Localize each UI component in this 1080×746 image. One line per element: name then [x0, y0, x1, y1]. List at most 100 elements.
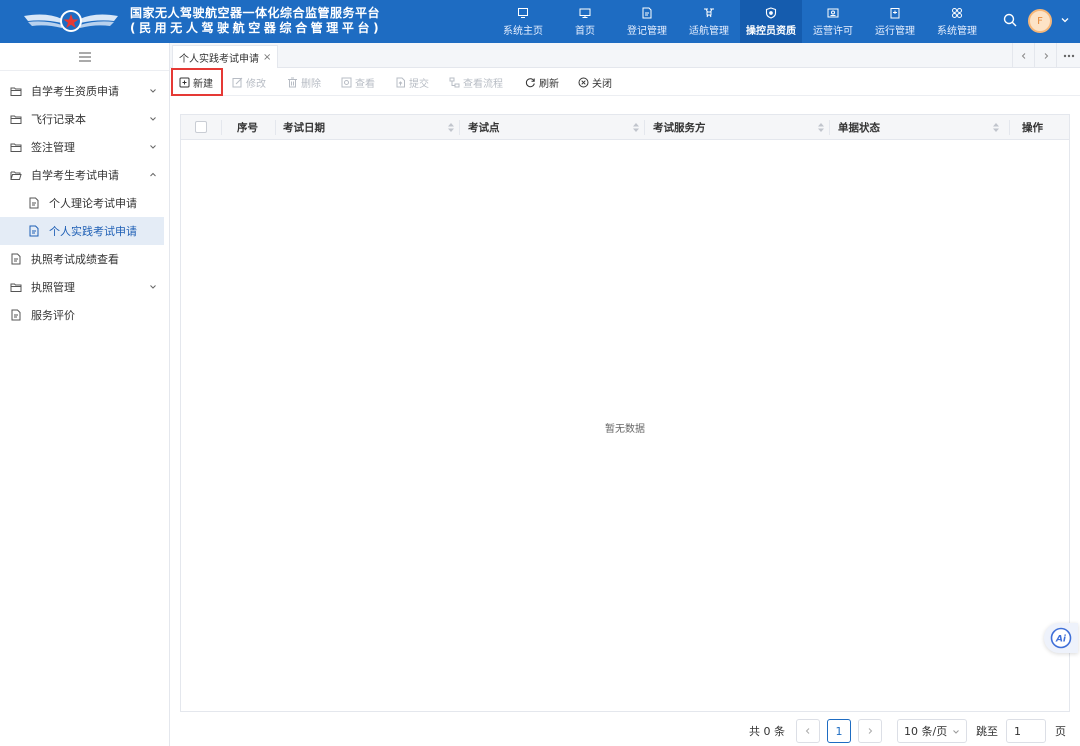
page-size-value: 10 条/页 — [904, 725, 948, 738]
monitor-icon — [579, 8, 591, 18]
pagination-total: 共 0 条 — [749, 725, 785, 738]
sidebar-item-label: 服务评价 — [31, 309, 75, 322]
column-header-status[interactable]: 单据状态 — [838, 115, 1011, 140]
sort-icon[interactable] — [633, 123, 639, 132]
column-header-actions: 操作 — [1022, 115, 1062, 140]
column-label: 考试日期 — [283, 122, 325, 134]
operation-icon — [890, 7, 900, 18]
submit-button[interactable]: 提交 — [395, 73, 429, 91]
refresh-button[interactable]: 刷新 — [525, 73, 559, 91]
tab-more[interactable] — [1056, 43, 1080, 68]
goto-label: 跳至 — [976, 725, 998, 738]
chevron-left-icon — [1021, 52, 1025, 59]
chevron-right-icon — [1044, 52, 1048, 59]
nav-airworthiness[interactable]: 适航管理 — [678, 0, 740, 43]
column-label: 序号 — [237, 122, 258, 134]
document-icon — [11, 309, 21, 321]
delete-button[interactable]: 删除 — [287, 73, 321, 91]
nav-registration[interactable]: 登记管理 — [616, 0, 678, 43]
system-home-icon — [518, 7, 528, 18]
ai-assistant-button[interactable]: Ai — [1044, 623, 1078, 653]
ai-icon: Ai — [1050, 627, 1072, 649]
tab-scroll-right[interactable] — [1034, 43, 1056, 68]
view-flow-button[interactable]: 查看流程 — [449, 73, 503, 91]
nav-system-management[interactable]: 系统管理 — [926, 0, 988, 43]
chevron-left-icon — [805, 728, 810, 734]
next-page-button[interactable] — [858, 719, 882, 743]
chevron-down-icon[interactable] — [1060, 15, 1070, 25]
sidebar-item-license-exam-score[interactable]: 执照考试成绩查看 — [0, 245, 169, 273]
drone-icon — [704, 8, 714, 17]
column-label: 单据状态 — [838, 122, 880, 134]
sidebar-item-self-study-exam[interactable]: 自学考生考试申请 — [0, 161, 169, 189]
page-size-select[interactable]: 10 条/页 — [897, 719, 967, 743]
refresh-button-label: 刷新 — [539, 78, 559, 90]
more-icon — [1063, 54, 1074, 57]
close-icon[interactable]: × — [263, 52, 271, 63]
tab-label: 个人实践考试申请 — [179, 53, 259, 65]
nav-label: 系统主页 — [503, 25, 543, 37]
nav-pilot-qualification[interactable]: 操控员资质 — [740, 0, 802, 43]
edit-button[interactable]: 修改 — [232, 73, 266, 91]
top-header: 国家无人驾驶航空器一体化综合监管服务平台 (民用无人驾驶航空器综合管理平台) 系… — [0, 0, 1080, 43]
empty-state-text: 暂无数据 — [605, 424, 645, 435]
caac-logo-icon — [24, 10, 118, 32]
nav-label: 运营许可 — [813, 25, 853, 37]
nav-operation-management[interactable]: 运行管理 — [864, 0, 926, 43]
column-header-exam-date[interactable]: 考试日期 — [283, 115, 466, 140]
sidebar-item-license-management[interactable]: 执照管理 — [0, 273, 169, 301]
ai-badge-text: Ai — [1055, 635, 1067, 645]
nav-home[interactable]: 首页 — [554, 0, 616, 43]
nav-system-home[interactable]: 系统主页 — [492, 0, 554, 43]
submit-button-label: 提交 — [409, 78, 429, 90]
close-button[interactable]: 关闭 — [578, 73, 612, 91]
nav-label: 登记管理 — [627, 25, 667, 37]
sidebar-menu: 自学考生资质申请 飞行记录本 签注管理 自学考生考试申请 个人理论考试申请 个人… — [0, 71, 169, 329]
tab-scroll-left[interactable] — [1012, 43, 1034, 68]
search-icon[interactable] — [1003, 13, 1017, 27]
settings-icon — [952, 7, 962, 18]
nav-label: 首页 — [575, 25, 595, 37]
page-number-current[interactable]: 1 — [827, 719, 851, 743]
folder-open-icon — [10, 171, 22, 180]
new-button-label: 新建 — [193, 78, 213, 90]
submit-icon — [396, 77, 405, 87]
column-header-exam-site[interactable]: 考试点 — [468, 115, 651, 140]
menu-toggle[interactable] — [0, 43, 169, 71]
folder-icon — [10, 283, 22, 292]
sidebar-item-self-study-qualification[interactable]: 自学考生资质申请 — [0, 77, 169, 105]
sidebar: 自学考生资质申请 飞行记录本 签注管理 自学考生考试申请 个人理论考试申请 个人… — [0, 43, 170, 746]
nav-operation-license[interactable]: 运营许可 — [802, 0, 864, 43]
sidebar-item-theory-exam[interactable]: 个人理论考试申请 — [0, 189, 169, 217]
view-flow-button-label: 查看流程 — [463, 78, 503, 90]
tab-practice-exam[interactable]: 个人实践考试申请 × — [172, 45, 279, 68]
platform-title-line2: (民用无人驾驶航空器综合管理平台) — [130, 21, 383, 35]
select-all-checkbox[interactable] — [195, 121, 207, 133]
sidebar-item-practice-exam[interactable]: 个人实践考试申请 — [0, 217, 164, 245]
shield-icon — [765, 6, 777, 19]
view-button[interactable]: 查看 — [341, 73, 375, 91]
sort-icon[interactable] — [448, 123, 454, 132]
sort-icon[interactable] — [993, 123, 999, 132]
platform-title-line1: 国家无人驾驶航空器一体化综合监管服务平台 — [130, 6, 381, 20]
nav-label: 系统管理 — [937, 25, 977, 37]
column-divider — [1009, 120, 1010, 135]
sort-icon[interactable] — [818, 123, 824, 132]
column-divider — [644, 120, 645, 135]
document-icon — [29, 197, 39, 209]
sidebar-item-label: 飞行记录本 — [31, 113, 86, 126]
sidebar-item-flight-log[interactable]: 飞行记录本 — [0, 105, 169, 133]
sidebar-item-label: 执照管理 — [31, 281, 75, 294]
sidebar-item-endorsement[interactable]: 签注管理 — [0, 133, 169, 161]
column-header-exam-service[interactable]: 考试服务方 — [653, 115, 836, 140]
goto-page-input[interactable]: 1 — [1006, 719, 1046, 743]
document-icon — [29, 225, 39, 237]
avatar[interactable]: F — [1028, 9, 1052, 33]
new-button[interactable]: 新建 — [171, 68, 223, 96]
platform-title: 国家无人驾驶航空器一体化综合监管服务平台 (民用无人驾驶航空器综合管理平台) — [130, 6, 382, 36]
nav-label: 适航管理 — [689, 25, 729, 37]
prev-page-button[interactable] — [796, 719, 820, 743]
folder-icon — [10, 87, 22, 96]
sidebar-item-service-rating[interactable]: 服务评价 — [0, 301, 169, 329]
chevron-down-icon — [953, 730, 959, 734]
